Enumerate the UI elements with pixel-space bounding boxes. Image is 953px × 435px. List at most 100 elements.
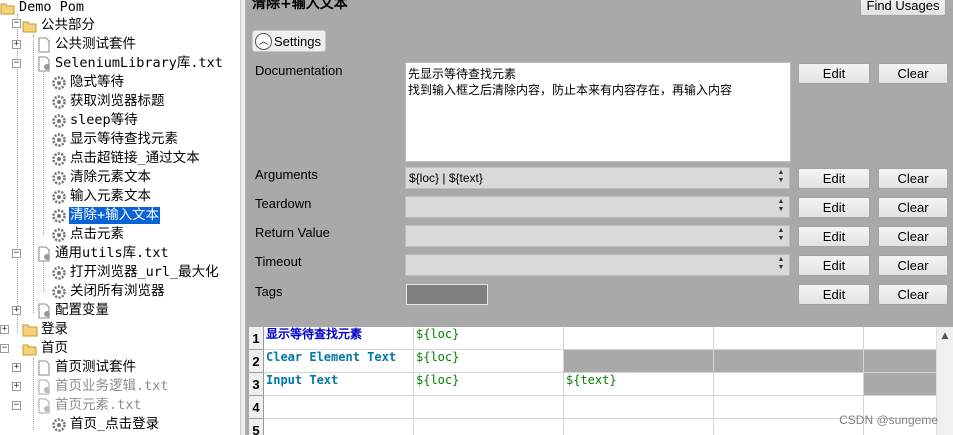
row-number[interactable]: 2 bbox=[249, 350, 264, 373]
grid-cell[interactable]: ${loc} bbox=[414, 350, 564, 373]
tree-node-demo-pom[interactable]: Demo Pom bbox=[0, 0, 85, 17]
grid-cell[interactable]: Clear Element Text bbox=[264, 350, 414, 373]
arguments-field[interactable]: ${loc} | ${text} ▲ ▼ bbox=[405, 167, 790, 189]
arguments-edit-button[interactable]: Edit bbox=[798, 168, 870, 189]
tree-node-home-logic[interactable]: 首页业务逻辑.txt bbox=[36, 377, 170, 396]
tree-node-home-suite[interactable]: 首页测试套件 bbox=[36, 358, 137, 377]
expand-icon[interactable]: + bbox=[12, 382, 21, 391]
grid-cell[interactable] bbox=[564, 396, 714, 419]
tree-node-label: 隐式等待 bbox=[70, 74, 124, 90]
row-number[interactable]: 5 bbox=[249, 419, 264, 435]
tree-node-keyword[interactable]: 隐式等待 bbox=[51, 73, 125, 92]
keyword-steps-grid[interactable]: 1 显示等待查找元素 ${loc} 2 Clear Element Text $… bbox=[249, 327, 939, 435]
tree-node-public[interactable]: 公共部分 bbox=[22, 16, 96, 35]
tree-node-keyword[interactable]: 清除元素文本 bbox=[51, 168, 152, 187]
timeout-field[interactable]: ▲ ▼ bbox=[405, 254, 790, 276]
tags-clear-button[interactable]: Clear bbox=[878, 284, 948, 305]
file-icon bbox=[36, 37, 52, 53]
tree-node-keyword[interactable]: 点击元素 bbox=[51, 225, 125, 244]
grid-cell[interactable]: ${loc} bbox=[414, 373, 564, 396]
row-number[interactable]: 3 bbox=[249, 373, 264, 396]
folder-open-icon bbox=[22, 18, 38, 34]
documentation-clear-button[interactable]: Clear bbox=[878, 63, 948, 84]
tree-node-config[interactable]: 配置变量 bbox=[36, 301, 110, 320]
tree-node-label: 公共测试套件 bbox=[55, 36, 136, 52]
tree-node-seleniumlibrary[interactable]: SeleniumLibrary库.txt bbox=[36, 54, 224, 73]
tree-node-utils[interactable]: 通用utils库.txt bbox=[36, 244, 170, 263]
grid-cell[interactable] bbox=[564, 350, 714, 373]
return-value-edit-button[interactable]: Edit bbox=[798, 226, 870, 247]
grid-cell[interactable]: ${text} bbox=[564, 373, 714, 396]
timeout-edit-button[interactable]: Edit bbox=[798, 255, 870, 276]
tree-node-home[interactable]: 首页 bbox=[22, 339, 69, 358]
tags-edit-button[interactable]: Edit bbox=[798, 284, 870, 305]
spin-arrows-icon[interactable]: ▲ ▼ bbox=[775, 169, 787, 187]
grid-cell[interactable] bbox=[564, 419, 714, 435]
settings-toggle[interactable]: ︿ Settings bbox=[252, 30, 326, 52]
collapse-icon[interactable]: − bbox=[12, 249, 21, 258]
tree-node-keyword[interactable]: 输入元素文本 bbox=[51, 187, 152, 206]
tree-node-keyword[interactable]: 打开浏览器_url_最大化 bbox=[51, 263, 220, 282]
grid-cell[interactable] bbox=[864, 373, 939, 396]
tree-node-keyword[interactable]: 获取浏览器标题 bbox=[51, 92, 166, 111]
grid-cell[interactable] bbox=[414, 419, 564, 435]
spin-arrows-icon[interactable]: ▲ ▼ bbox=[775, 256, 787, 274]
collapse-icon[interactable]: − bbox=[12, 401, 21, 410]
return-value-field[interactable]: ▲ ▼ bbox=[405, 225, 790, 247]
tree-node-keyword[interactable]: 显示等待查找元素 bbox=[51, 130, 179, 149]
settings-label: Settings bbox=[274, 33, 321, 49]
arguments-clear-button[interactable]: Clear bbox=[878, 168, 948, 189]
gear-icon bbox=[51, 227, 67, 243]
gear-icon bbox=[51, 189, 67, 205]
teardown-clear-button[interactable]: Clear bbox=[878, 197, 948, 218]
tree-node-label: 首页测试套件 bbox=[55, 359, 136, 375]
expand-icon[interactable]: + bbox=[12, 40, 21, 49]
tree-node-public-suite[interactable]: 公共测试套件 bbox=[36, 35, 137, 54]
grid-cell[interactable] bbox=[864, 350, 939, 373]
grid-cell[interactable] bbox=[714, 327, 864, 350]
grid-cell[interactable] bbox=[864, 327, 939, 350]
row-number[interactable]: 1 bbox=[249, 327, 264, 350]
grid-cell[interactable] bbox=[714, 350, 864, 373]
documentation-edit-button[interactable]: Edit bbox=[798, 63, 870, 84]
documentation-field[interactable]: 先显示等待查找元素 找到输入框之后清除内容，防止本来有内容存在，再输入内容 bbox=[405, 62, 791, 162]
teardown-edit-button[interactable]: Edit bbox=[798, 197, 870, 218]
collapse-icon[interactable]: − bbox=[0, 344, 9, 353]
spin-arrows-icon[interactable]: ▲ ▼ bbox=[775, 198, 787, 216]
grid-cell[interactable] bbox=[564, 327, 714, 350]
expand-icon[interactable]: + bbox=[12, 363, 21, 372]
tree-node-keyword[interactable]: sleep等待 bbox=[51, 111, 139, 130]
grid-cell[interactable]: Input Text bbox=[264, 373, 414, 396]
row-number[interactable]: 4 bbox=[249, 396, 264, 419]
expand-icon[interactable]: + bbox=[12, 306, 21, 315]
grid-cell[interactable]: ${loc} bbox=[414, 327, 564, 350]
project-tree[interactable]: Demo Pom − 公共部分 + 公共测试套件 − SeleniumLibra… bbox=[0, 0, 240, 435]
watermark: CSDN @sungeme bbox=[839, 413, 938, 427]
grid-cell[interactable] bbox=[264, 419, 414, 435]
tree-node-keyword[interactable]: 关闭所有浏览器 bbox=[51, 282, 166, 301]
gear-icon bbox=[51, 113, 67, 129]
tree-node-keyword-selected[interactable]: 清除+输入文本 bbox=[51, 206, 161, 225]
expand-icon[interactable]: + bbox=[0, 325, 9, 334]
gear-icon bbox=[51, 417, 67, 433]
grid-cell[interactable] bbox=[414, 396, 564, 419]
collapse-icon[interactable]: − bbox=[12, 59, 21, 68]
tree-node-label: 打开浏览器_url_最大化 bbox=[70, 264, 219, 280]
tree-node-keyword[interactable]: 首页_点击登录 bbox=[51, 415, 160, 434]
tree-node-home-elements[interactable]: 首页元素.txt bbox=[36, 396, 143, 415]
grid-cell[interactable]: 显示等待查找元素 bbox=[264, 327, 414, 350]
grid-cell[interactable] bbox=[714, 373, 864, 396]
tree-node-login[interactable]: 登录 bbox=[22, 320, 69, 339]
return-value-clear-button[interactable]: Clear bbox=[878, 226, 948, 247]
collapse-icon[interactable]: − bbox=[12, 19, 21, 28]
tags-field[interactable] bbox=[406, 284, 488, 305]
timeout-clear-button[interactable]: Clear bbox=[878, 255, 948, 276]
tree-node-label: 关闭所有浏览器 bbox=[70, 283, 165, 299]
scroll-up-icon[interactable]: ▲ bbox=[937, 331, 953, 341]
grid-scrollbar[interactable]: ▲ bbox=[936, 327, 953, 435]
spin-arrows-icon[interactable]: ▲ ▼ bbox=[775, 227, 787, 245]
teardown-field[interactable]: ▲ ▼ bbox=[405, 196, 790, 218]
tree-node-keyword[interactable]: 点击超链接_通过文本 bbox=[51, 149, 201, 168]
find-usages-button[interactable]: Find Usages bbox=[860, 0, 946, 16]
grid-cell[interactable] bbox=[264, 396, 414, 419]
